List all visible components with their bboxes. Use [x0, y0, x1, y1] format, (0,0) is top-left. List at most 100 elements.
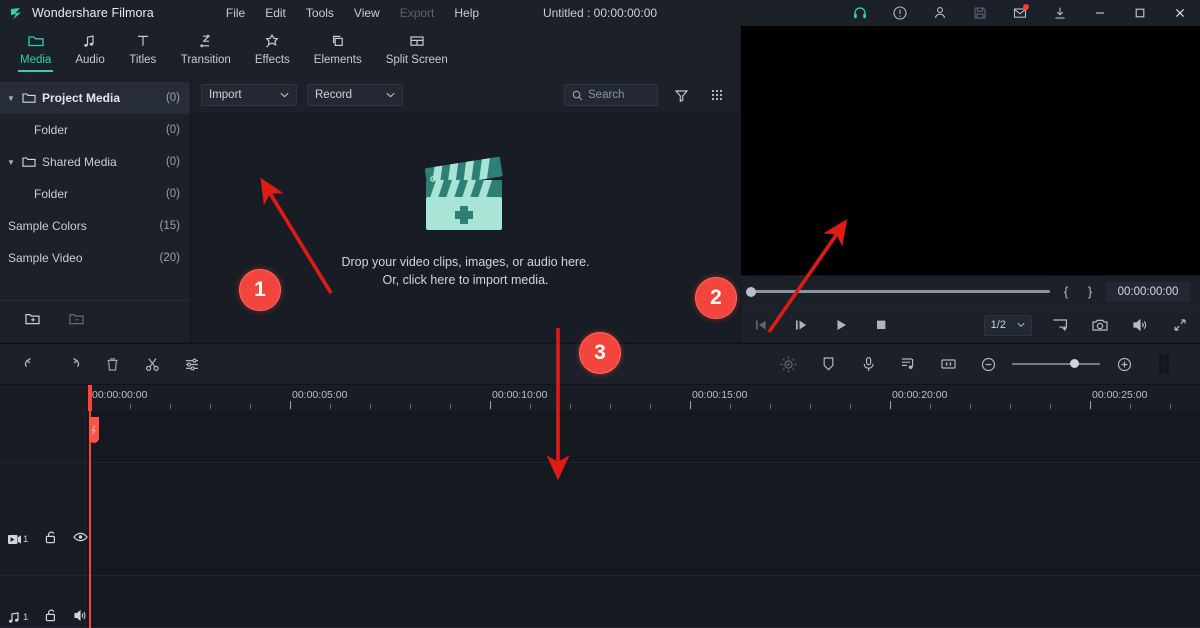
filter-funnel-icon[interactable]	[668, 84, 694, 106]
ruler-tick	[570, 404, 571, 409]
mark-in-button[interactable]: {	[1058, 284, 1074, 299]
filmora-logo-icon	[9, 6, 24, 21]
download-icon[interactable]	[1040, 0, 1080, 26]
crop-frame-icon[interactable]	[928, 343, 968, 385]
sidebar-item-folder-1[interactable]: Folder (0)	[0, 114, 190, 146]
mail-icon[interactable]	[1000, 0, 1040, 26]
sidebar-item-sample-video[interactable]: Sample Video (20)	[0, 242, 190, 274]
trash-icon[interactable]	[92, 343, 132, 385]
camera-icon[interactable]	[1080, 308, 1120, 343]
ruler-tick-label: 00:00:00:00	[92, 389, 147, 401]
ruler-tick	[250, 404, 251, 409]
video-track-1[interactable]	[0, 463, 1200, 576]
zoom-slider[interactable]	[1012, 343, 1100, 385]
account-icon[interactable]	[920, 0, 960, 26]
menu-help[interactable]: Help	[444, 2, 489, 24]
title-bar: Wondershare Filmora File Edit Tools View…	[0, 0, 1200, 26]
tab-titles-label: Titles	[129, 54, 156, 66]
sun-burst-icon[interactable]	[768, 343, 808, 385]
menu-view[interactable]: View	[344, 2, 390, 24]
unlock-icon[interactable]	[44, 530, 57, 549]
render-bars-icon[interactable]	[1144, 343, 1184, 385]
timeline-body[interactable]: 1 1	[0, 411, 1200, 628]
maximize-button[interactable]	[1120, 0, 1160, 26]
ruler-tick	[690, 401, 691, 409]
timeline-ruler[interactable]: 00:00:00:00 00:00:05:00 00:00:10:00 00:0…	[0, 385, 1200, 411]
record-dropdown[interactable]: Record	[307, 84, 403, 106]
step-forward-icon[interactable]	[781, 308, 821, 343]
tab-audio[interactable]: Audio	[63, 26, 116, 78]
search-input[interactable]: Search	[564, 84, 658, 106]
sidebar-item-folder-2[interactable]: Folder (0)	[0, 178, 190, 210]
tab-transition-label: Transition	[181, 54, 231, 66]
ruler-tick	[490, 401, 491, 409]
minus-circle-icon[interactable]	[968, 343, 1008, 385]
speaker-icon[interactable]	[73, 609, 88, 627]
ruler-tick	[730, 404, 731, 409]
zoom-slider-knob[interactable]	[1070, 359, 1079, 368]
scissors-icon[interactable]	[132, 343, 172, 385]
tab-transition[interactable]: Transition	[169, 26, 243, 78]
new-folder-icon[interactable]	[24, 311, 42, 332]
sidebar-item-sample-colors[interactable]: Sample Colors (15)	[0, 210, 190, 242]
ruler-tick	[650, 404, 651, 409]
tab-split-screen[interactable]: Split Screen	[374, 26, 460, 78]
preview-screen[interactable]	[741, 26, 1200, 275]
microphone-icon[interactable]	[848, 343, 888, 385]
menu-tools[interactable]: Tools	[296, 2, 344, 24]
remove-folder-icon[interactable]	[68, 311, 86, 332]
tab-titles[interactable]: Titles	[117, 26, 169, 78]
effects-star-icon	[263, 32, 281, 50]
audio-note-icon[interactable]	[888, 343, 928, 385]
folder-icon	[22, 92, 42, 104]
playhead-handle[interactable]	[89, 417, 99, 443]
tab-elements[interactable]: Elements	[302, 26, 374, 78]
playback-speed-value: 1/2	[991, 319, 1006, 331]
ruler-tick	[770, 404, 771, 409]
ruler-tick	[930, 404, 931, 409]
undo-arrow-icon[interactable]	[12, 343, 52, 385]
eye-icon[interactable]	[73, 530, 88, 548]
media-dropzone[interactable]: Drop your video clips, images, or audio …	[191, 112, 740, 342]
step-back-icon[interactable]	[741, 308, 781, 343]
menu-file[interactable]: File	[216, 2, 255, 24]
track-empty-top[interactable]	[0, 411, 1200, 463]
ruler-tick	[170, 404, 171, 409]
playhead-ruler-marker	[88, 385, 92, 411]
ruler-tick	[1170, 404, 1171, 409]
save-icon[interactable]	[960, 0, 1000, 26]
sliders-icon[interactable]	[172, 343, 212, 385]
shield-marker-icon[interactable]	[808, 343, 848, 385]
stop-button[interactable]	[861, 308, 901, 343]
folder-icon	[27, 32, 45, 50]
grid-view-icon[interactable]	[704, 84, 730, 106]
menu-edit[interactable]: Edit	[255, 2, 296, 24]
expand-arrows-icon[interactable]	[1160, 308, 1200, 343]
audio-track-1[interactable]	[0, 576, 1200, 628]
plus-circle-icon[interactable]	[1104, 343, 1144, 385]
redo-arrow-icon[interactable]	[52, 343, 92, 385]
sidebar-item-project-media[interactable]: ▼ Project Media (0)	[0, 82, 190, 114]
info-icon[interactable]	[880, 0, 920, 26]
sidebar-item-shared-media[interactable]: ▼ Shared Media (0)	[0, 146, 190, 178]
sidebar-count: (0)	[166, 188, 180, 200]
unlock-icon[interactable]	[44, 608, 57, 627]
chevron-down-icon[interactable]: ▼	[0, 158, 22, 167]
play-button[interactable]	[821, 308, 861, 343]
close-button[interactable]	[1160, 0, 1200, 26]
playback-speed-dropdown[interactable]: 1/2	[984, 315, 1032, 336]
headset-icon[interactable]	[840, 0, 880, 26]
tab-media[interactable]: Media	[8, 26, 63, 78]
monitor-export-icon[interactable]	[1040, 308, 1080, 343]
preview-panel: { } 00:00:00:00 1/2	[741, 26, 1200, 342]
preview-timecode[interactable]: 00:00:00:00	[1106, 282, 1190, 302]
ruler-tick	[1130, 404, 1131, 409]
import-dropdown[interactable]: Import	[201, 84, 297, 106]
mark-out-button[interactable]: }	[1082, 284, 1098, 299]
seek-knob[interactable]	[746, 287, 756, 297]
tab-effects[interactable]: Effects	[243, 26, 302, 78]
seek-slider[interactable]	[751, 290, 1050, 293]
minimize-button[interactable]	[1080, 0, 1120, 26]
chevron-down-icon[interactable]: ▼	[0, 94, 22, 103]
speaker-icon[interactable]	[1120, 308, 1160, 343]
